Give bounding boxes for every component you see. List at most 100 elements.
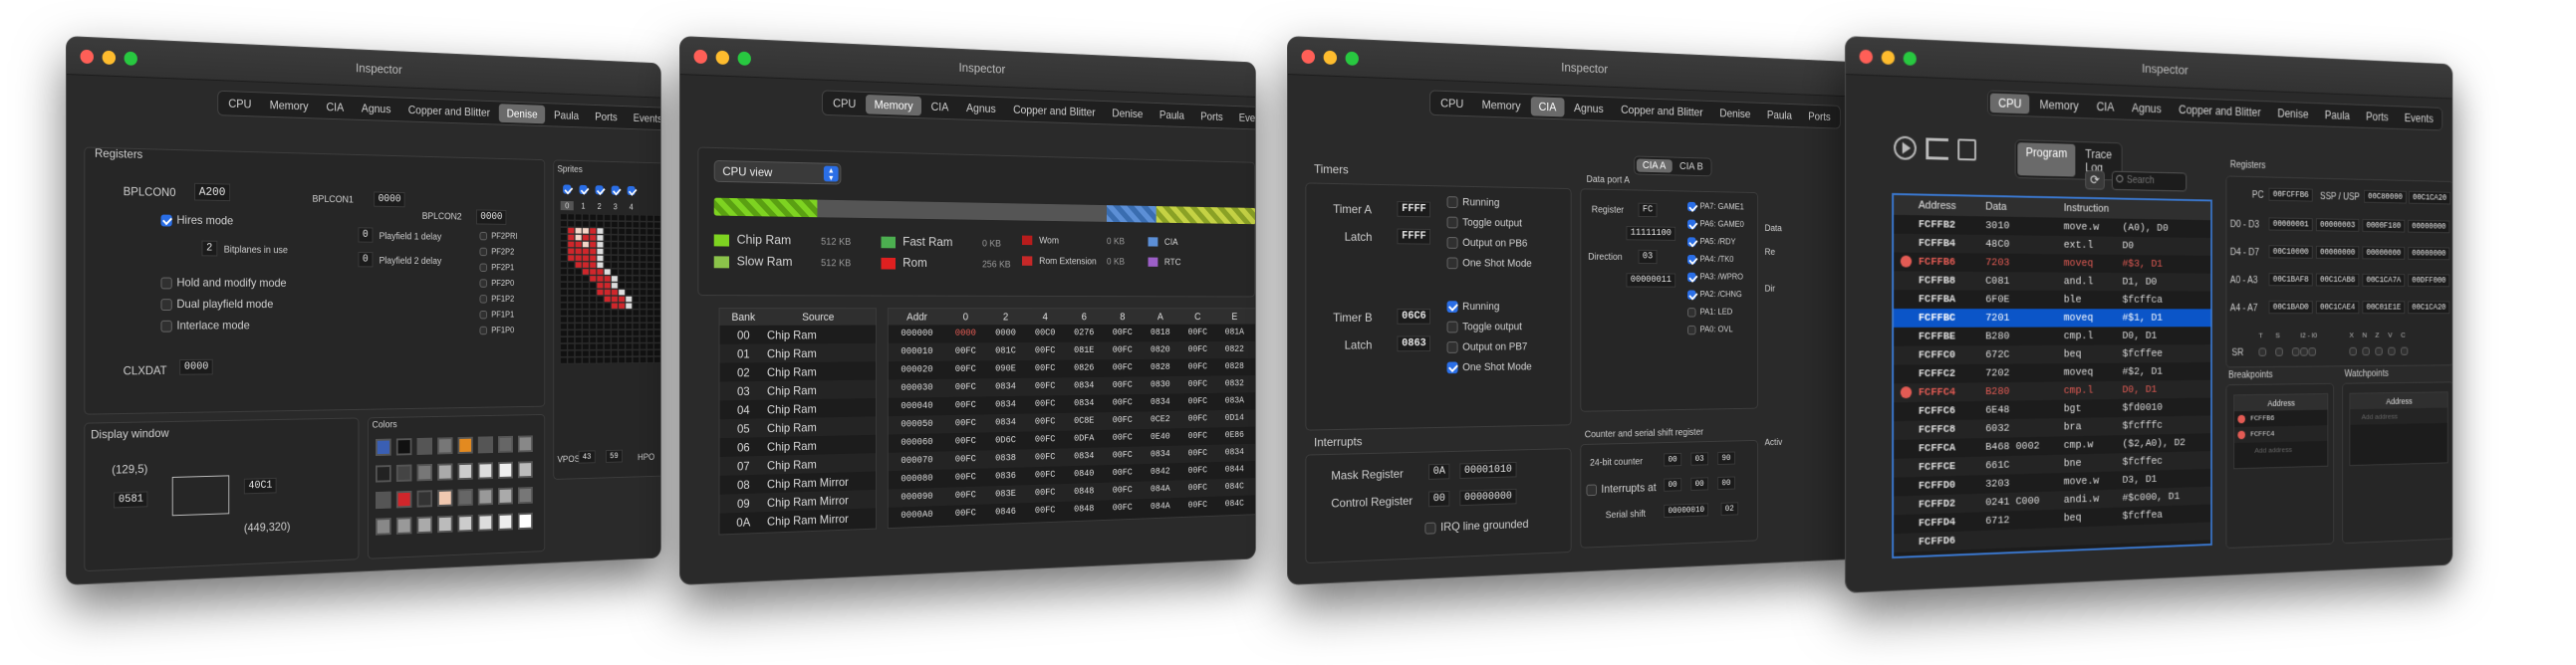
register-value[interactable]: 00C01E1E bbox=[2362, 301, 2406, 315]
serial-shift-hex[interactable]: 02 bbox=[1720, 502, 1738, 516]
color-swatch[interactable] bbox=[497, 513, 513, 531]
tab-cpu[interactable]: CPU bbox=[1432, 93, 1472, 113]
latch-a-value[interactable]: FFFF bbox=[1397, 228, 1431, 245]
tab-agnus[interactable]: Agnus bbox=[2124, 99, 2170, 119]
latch-b-value[interactable]: 0863 bbox=[1397, 335, 1431, 352]
tab-paula[interactable]: Paula bbox=[1759, 106, 1799, 125]
tab-denise[interactable]: Denise bbox=[1712, 104, 1758, 123]
color-swatch[interactable] bbox=[437, 489, 453, 507]
register-value[interactable]: 00C1BAD0 bbox=[2268, 301, 2313, 315]
color-swatch[interactable] bbox=[437, 437, 453, 455]
pc-value[interactable]: 00FCFFB6 bbox=[2268, 187, 2313, 202]
color-swatch[interactable] bbox=[477, 514, 493, 532]
tab-program[interactable]: Program bbox=[2017, 142, 2076, 177]
color-swatch[interactable] bbox=[437, 515, 453, 534]
color-swatch[interactable] bbox=[477, 436, 493, 454]
flag-pf1p2-checkbox[interactable]: PF1P2 bbox=[479, 294, 514, 304]
breakpoints-table[interactable]: Address FCFFB6 FCFFC4 Add address bbox=[2233, 393, 2329, 470]
color-swatch[interactable] bbox=[497, 435, 513, 453]
tab-events[interactable]: Events bbox=[627, 109, 661, 128]
port-pa4-checkbox[interactable]: PA4: /TK0 bbox=[1687, 254, 1733, 265]
flag-pf2p2-checkbox[interactable]: PF2P2 bbox=[479, 247, 514, 257]
tab-denise[interactable]: Denise bbox=[2270, 104, 2316, 123]
register-value[interactable]: 00C1BAF8 bbox=[2268, 273, 2313, 287]
register-value[interactable]: 00000000 bbox=[2315, 245, 2360, 260]
color-swatch[interactable] bbox=[477, 462, 493, 480]
tod-lo[interactable]: 90 bbox=[1717, 451, 1735, 466]
search-input[interactable]: Search bbox=[2111, 170, 2188, 192]
tab-memory[interactable]: Memory bbox=[866, 94, 921, 116]
tab-ports[interactable]: Ports bbox=[2359, 108, 2396, 127]
color-swatch[interactable] bbox=[376, 438, 391, 457]
add-watchpoint-field[interactable]: Add address bbox=[2350, 407, 2447, 425]
bplcon0-value[interactable]: A200 bbox=[194, 182, 230, 202]
step-over-icon[interactable] bbox=[1926, 137, 1948, 160]
color-swatch[interactable] bbox=[497, 487, 513, 505]
bank-row[interactable]: 03 Chip Ram bbox=[719, 379, 877, 401]
breakpoint-icon[interactable] bbox=[2237, 414, 2246, 424]
pf1-delay-value[interactable]: 0 bbox=[358, 227, 374, 243]
sprite-3-checkbox[interactable]: 3 bbox=[609, 182, 622, 211]
mask-register-hex[interactable]: 0A bbox=[1428, 463, 1450, 480]
breakpoint-icon[interactable] bbox=[1900, 386, 1913, 399]
color-swatch[interactable] bbox=[497, 461, 513, 479]
bplcon2-value[interactable]: 0000 bbox=[476, 209, 507, 225]
tab-memory[interactable]: Memory bbox=[1473, 95, 1528, 115]
bank-row[interactable]: 00 Chip Ram bbox=[719, 326, 876, 344]
tab-agnus[interactable]: Agnus bbox=[958, 98, 1004, 118]
color-swatch[interactable] bbox=[395, 438, 412, 456]
breakpoint-icon[interactable] bbox=[2237, 430, 2246, 440]
color-swatch[interactable] bbox=[517, 512, 533, 531]
sr-bit-checkbox[interactable] bbox=[2308, 347, 2316, 356]
flag-pf2p0-checkbox[interactable]: PF2P0 bbox=[479, 278, 514, 288]
register-value[interactable]: 00C1CA20 bbox=[2408, 301, 2450, 315]
flag-pf1p0-checkbox[interactable]: PF1P0 bbox=[479, 326, 514, 335]
pf2-delay-value[interactable]: 0 bbox=[358, 252, 374, 268]
flag-pf1p1-checkbox[interactable]: PF1P1 bbox=[479, 310, 514, 320]
port-pa2-checkbox[interactable]: PA2: /CHNG bbox=[1687, 290, 1742, 300]
ssp-value[interactable]: 00C80000 bbox=[2364, 189, 2407, 204]
sr-bit-checkbox[interactable] bbox=[2388, 346, 2396, 355]
register-value[interactable]: 00000000 bbox=[2408, 247, 2450, 261]
port-pa1-checkbox[interactable]: PA1: LED bbox=[1687, 307, 1732, 318]
color-swatch[interactable] bbox=[477, 488, 493, 506]
instruction-table[interactable]: Address Data Instruction FCFFB2 3010 move.… bbox=[1892, 192, 2212, 559]
register-value[interactable]: 00000003 bbox=[2315, 218, 2360, 232]
sprite-4-checkbox[interactable]: 4 bbox=[625, 182, 638, 211]
sr-bit-checkbox[interactable] bbox=[2291, 347, 2300, 356]
sr-bit-checkbox[interactable] bbox=[2300, 347, 2308, 356]
usp-value[interactable]: 00C1CA20 bbox=[2409, 190, 2451, 205]
sr-bit-checkbox[interactable] bbox=[2275, 347, 2283, 356]
tab-denise[interactable]: Denise bbox=[499, 104, 546, 124]
timer-a-toggle-output-checkbox[interactable]: Toggle output bbox=[1446, 216, 1522, 230]
port-pa6-checkbox[interactable]: PA6: GAME0 bbox=[1687, 219, 1744, 230]
flag-pf2p1-checkbox[interactable]: PF2P1 bbox=[479, 263, 514, 273]
direction-bits[interactable]: 00000011 bbox=[1626, 273, 1676, 288]
color-swatch[interactable] bbox=[517, 461, 533, 479]
color-swatch[interactable] bbox=[457, 436, 473, 454]
tab-agnus[interactable]: Agnus bbox=[1566, 98, 1612, 118]
vpos-value[interactable]: 43 bbox=[578, 450, 596, 464]
vpos-value-2[interactable]: 59 bbox=[606, 449, 623, 463]
color-swatch[interactable] bbox=[416, 516, 433, 535]
register-value[interactable]: 00C10000 bbox=[2268, 245, 2313, 259]
tab-cia[interactable]: CIA bbox=[318, 97, 352, 116]
tab-cia[interactable]: CIA bbox=[923, 97, 957, 116]
sr-bit-checkbox[interactable] bbox=[2375, 346, 2383, 356]
bank-row[interactable]: 01 Chip Ram bbox=[719, 342, 877, 363]
bank-row[interactable]: 02 Chip Ram bbox=[719, 361, 876, 381]
tab-ports[interactable]: Ports bbox=[588, 108, 625, 127]
color-swatch[interactable] bbox=[376, 491, 391, 510]
register-value[interactable]: 0000F180 bbox=[2362, 219, 2406, 233]
instruction-row[interactable]: FCFFBE B280 cmp.l D0, D1 bbox=[1894, 327, 2210, 346]
memory-dump-table[interactable]: Addr 0 2 4 6 8 A C E 000000 0000 0000 00C0 0276 00FC 0… bbox=[887, 308, 1256, 530]
color-swatch[interactable] bbox=[376, 518, 391, 536]
sprite-0-checkbox[interactable]: 0 bbox=[560, 181, 574, 211]
bitplanes-value[interactable]: 2 bbox=[201, 240, 217, 257]
color-swatch[interactable] bbox=[395, 464, 412, 482]
timer-b-value[interactable]: 06C6 bbox=[1397, 309, 1431, 325]
tab-ports[interactable]: Ports bbox=[1193, 107, 1230, 126]
alarm-checkbox[interactable]: Interrupts at bbox=[1586, 481, 1657, 497]
timer-b-toggle-output-checkbox[interactable]: Toggle output bbox=[1446, 322, 1522, 333]
port-pa5-checkbox[interactable]: PA5: /RDY bbox=[1687, 236, 1735, 247]
